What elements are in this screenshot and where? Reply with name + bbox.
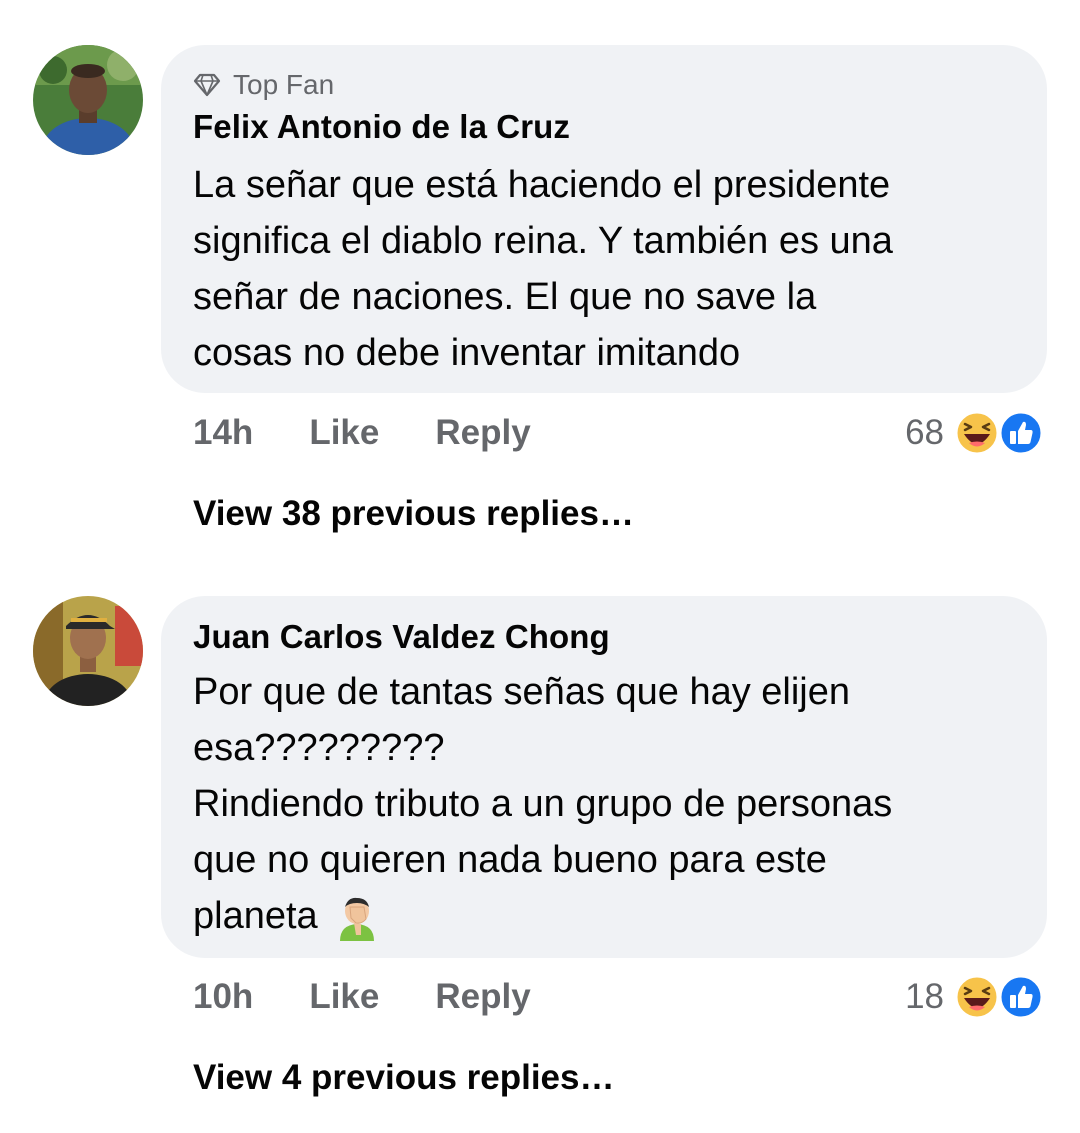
reaction-count: 68: [905, 413, 944, 452]
comment-text-line: planeta: [193, 895, 318, 937]
top-fan-label: Top Fan: [233, 69, 335, 100]
facepalm-emoji: [339, 897, 374, 941]
comment-bubble: Juan Carlos Valdez Chong Por que de tant…: [161, 596, 1047, 958]
reaction-count: 18: [905, 977, 944, 1016]
view-previous-replies-link[interactable]: View 38 previous replies…: [193, 494, 634, 534]
comment-text-line: Por que de tantas señas que hay elijen: [193, 671, 851, 713]
comment-timestamp[interactable]: 14h: [193, 413, 253, 453]
reply-button[interactable]: Reply: [435, 977, 530, 1017]
reaction-summary[interactable]: 68: [905, 408, 1046, 458]
comment-bubble: Top Fan Felix Antonio de la Cruz La seña…: [161, 45, 1047, 393]
comment-text-line: La señar que está haciendo el presidente: [193, 164, 891, 206]
like-icon: [998, 410, 1044, 456]
comment-text-line: que no quieren nada bueno para este: [193, 839, 827, 881]
like-button[interactable]: Like: [309, 977, 379, 1017]
diamond-icon: [193, 73, 221, 97]
comment-text-line: señar de naciones. El que no save la: [193, 276, 817, 318]
comment-text: Por que de tantas señas que hay elijen e…: [193, 664, 1033, 944]
comment-text-line: significa el diablo reina. Y también es …: [193, 220, 893, 262]
top-fan-badge: Top Fan: [193, 69, 334, 101]
haha-icon: [954, 974, 1000, 1020]
comment-text-line: cosas no debe inventar imitando: [193, 332, 741, 374]
comment-author[interactable]: Juan Carlos Valdez Chong: [193, 618, 610, 656]
like-icon: [998, 974, 1044, 1020]
comment-author[interactable]: Felix Antonio de la Cruz: [193, 108, 570, 146]
haha-icon: [954, 410, 1000, 456]
comment-text: La señar que está haciendo el presidente…: [193, 157, 1033, 381]
like-button[interactable]: Like: [309, 413, 379, 453]
comment-timestamp[interactable]: 10h: [193, 977, 253, 1017]
comment-actions: 14h Like Reply: [193, 408, 587, 458]
avatar[interactable]: [33, 45, 143, 155]
comment-actions: 10h Like Reply: [193, 972, 587, 1022]
reaction-summary[interactable]: 18: [905, 972, 1046, 1022]
comment-text-line: esa?????????: [193, 727, 445, 769]
reply-button[interactable]: Reply: [435, 413, 530, 453]
view-previous-replies-link[interactable]: View 4 previous replies…: [193, 1058, 615, 1098]
comment-text-line-last: planeta: [193, 888, 1033, 944]
comment-text-line: Rindiendo tributo a un grupo de personas: [193, 783, 893, 825]
avatar[interactable]: [33, 596, 143, 706]
